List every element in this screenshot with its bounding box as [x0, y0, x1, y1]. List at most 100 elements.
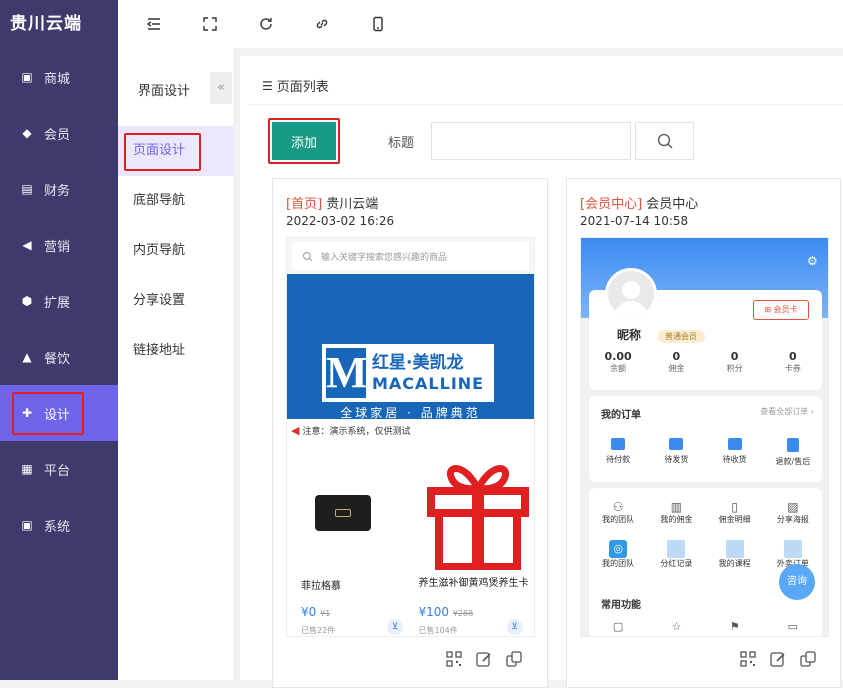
- tool-commission-detail[interactable]: ▯ 佣金明细: [706, 500, 764, 525]
- sidebar-item-label: 餐饮: [44, 351, 71, 367]
- tool-my-team[interactable]: ⚇ 我的团队: [589, 500, 647, 525]
- sidebar-item-system[interactable]: ▣ 系统: [0, 497, 118, 553]
- copy-icon[interactable]: [799, 650, 819, 670]
- card-time: 2021-07-14 10:58: [580, 214, 689, 228]
- top-toolbar: [118, 0, 843, 48]
- stat-commission[interactable]: 0 佣金: [647, 350, 705, 374]
- search-icon: [303, 251, 313, 261]
- catering-icon: ▲: [22, 350, 32, 364]
- sidebar-item-label: 系统: [44, 519, 71, 535]
- target-icon: ◎: [609, 540, 628, 558]
- panel-title: ☰ 页面列表: [262, 78, 329, 96]
- preview-products: 菲拉格慕 ¥0 ¥1 已售22件 ⊻ 养生滋补御黄鸡煲养生卡 ¥100 ¥288…: [287, 441, 534, 636]
- system-icon: ▣: [21, 518, 33, 532]
- copy-icon[interactable]: [505, 650, 525, 670]
- tool-my-commission[interactable]: ▥ 我的佣金: [647, 500, 705, 525]
- product-card: 养生滋补御黄鸡煲养生卡 ¥100 ¥288 已售104件 ⊻: [413, 445, 533, 635]
- tool-dividend-records[interactable]: 分红记录: [647, 540, 705, 569]
- product-card: 菲拉格慕 ¥0 ¥1 已售22件 ⊻: [289, 445, 409, 635]
- sidebar-item-finance[interactable]: ▤ 财务: [0, 161, 118, 217]
- brand-logo: 贵川云端: [10, 14, 82, 34]
- edit-icon[interactable]: [475, 650, 495, 670]
- tools-section: ⚇ 我的团队 ▥ 我的佣金 ▯ 佣金明细 ▨ 分享海报 ◎ 我的团队 分红记录 我的课程 …: [589, 488, 822, 636]
- submenu-item-inner-nav[interactable]: 内页导航: [118, 226, 233, 276]
- qrcode-icon[interactable]: [445, 650, 465, 670]
- collapse-icon[interactable]: «: [210, 72, 232, 104]
- fullscreen-icon[interactable]: [202, 0, 258, 48]
- stat-points[interactable]: 0 积分: [706, 350, 764, 374]
- card-icon: ⊞: [764, 305, 772, 314]
- sidebar-item-label: 扩展: [44, 295, 71, 311]
- refresh-icon[interactable]: [258, 0, 314, 48]
- speaker-icon: ◀: [291, 423, 300, 437]
- sidebar-item-marketing[interactable]: ◀ 营销: [0, 217, 118, 273]
- box-icon: [669, 438, 684, 450]
- divider: [248, 104, 843, 105]
- tool-my-courses[interactable]: 我的课程: [706, 540, 764, 569]
- order-pending-payment[interactable]: 待付款: [589, 438, 647, 467]
- card-title: [首页] 贵川云端: [286, 197, 379, 212]
- member-preview: ⚙ 昵称 普通会员 ⊞ 会员卡 0.00 余额 0 佣金 0 积分 0 卡券 我的订单 …: [580, 237, 829, 637]
- highlight-box-page-design: [124, 133, 201, 171]
- tool-share-poster[interactable]: ▨ 分享海报: [764, 500, 822, 525]
- consult-button[interactable]: 咨询: [779, 564, 815, 600]
- function-icon[interactable]: ▢: [589, 620, 647, 633]
- function-icon[interactable]: ⚑: [706, 620, 764, 633]
- stat-balance[interactable]: 0.00 余额: [589, 350, 647, 374]
- preview-search-bar: 输入关键字搜索您感兴趣的商品: [292, 242, 529, 270]
- mobile-icon[interactable]: [370, 0, 426, 48]
- team-icon: ⚇: [612, 500, 624, 514]
- sidebar-item-label: 财务: [44, 183, 71, 199]
- image-icon: [725, 540, 744, 558]
- common-functions-row: ▢ ☆ ⚑ ▭: [589, 620, 822, 633]
- card-time: 2022-03-02 16:26: [286, 214, 395, 228]
- poster-icon: ▨: [787, 500, 799, 514]
- sidebar-item-shop[interactable]: ▣ 商城: [0, 49, 118, 105]
- member-icon: ◆: [22, 126, 32, 140]
- cart-icon[interactable]: ⊻: [387, 619, 403, 635]
- wallet-icon: [611, 438, 626, 450]
- stat-coupons[interactable]: 0 卡券: [764, 350, 822, 374]
- page-card-member-center: [会员中心] 会员中心 2021-07-14 10:58 ⚙ 昵称 普通会员 ⊞…: [566, 178, 841, 688]
- settings-icon[interactable]: ⚙: [807, 254, 818, 268]
- search-icon: [657, 133, 672, 149]
- link-icon[interactable]: [314, 0, 370, 48]
- highlight-box-add: [268, 118, 340, 164]
- edit-icon[interactable]: [769, 650, 789, 670]
- title-search-input[interactable]: [431, 122, 631, 160]
- product-image-bag: [315, 495, 371, 531]
- order-refund[interactable]: 退款/售后: [764, 438, 822, 467]
- qrcode-icon[interactable]: [739, 650, 759, 670]
- title-label: 标题: [388, 136, 415, 151]
- order-pending-shipment[interactable]: 待发货: [647, 438, 705, 467]
- member-card-button[interactable]: ⊞ 会员卡: [753, 300, 809, 320]
- order-pending-receipt[interactable]: 待收货: [706, 438, 764, 467]
- extension-icon: ⬢: [21, 294, 33, 308]
- cart-icon[interactable]: ⊻: [506, 619, 523, 635]
- submenu-item-bottom-nav[interactable]: 底部导航: [118, 176, 233, 226]
- sidebar-item-label: 会员: [44, 127, 71, 143]
- submenu-item-share-settings[interactable]: 分享设置: [118, 276, 233, 326]
- grid-icon: ▦: [21, 462, 33, 476]
- sidebar-item-catering[interactable]: ▲ 餐饮: [0, 329, 118, 385]
- detail-icon: ▯: [731, 500, 738, 514]
- tool-my-team-2[interactable]: ◎ 我的团队: [589, 540, 647, 569]
- preview-banner: M 红星·美凯龙 MACALLINE 全球家居 · 品牌典范: [287, 274, 534, 420]
- main-panel: ☰ 页面列表 添加 标题 [首页] 贵川云端 2022-03-02 16:26 输…: [240, 56, 843, 688]
- sidebar-item-label: 平台: [44, 463, 71, 479]
- menu-fold-icon[interactable]: [146, 0, 202, 48]
- avatar: [605, 268, 657, 320]
- function-icon[interactable]: ☆: [647, 620, 705, 633]
- sidebar-item-extension[interactable]: ⬢ 扩展: [0, 273, 118, 329]
- view-all-orders-link[interactable]: 查看全部订单 ›: [760, 406, 814, 417]
- sidebar-item-member[interactable]: ◆ 会员: [0, 105, 118, 161]
- submenu-item-link-address[interactable]: 链接地址: [118, 326, 233, 376]
- refund-icon: [786, 438, 799, 452]
- search-button[interactable]: [635, 122, 694, 160]
- function-icon[interactable]: ▭: [764, 620, 822, 633]
- image-icon: [783, 540, 802, 558]
- preview-notice: ◀ 注意：演示系统，仅供测试: [287, 419, 534, 441]
- card-actions: [445, 650, 525, 670]
- sidebar-item-platform[interactable]: ▦ 平台: [0, 441, 118, 497]
- image-icon: [667, 540, 686, 558]
